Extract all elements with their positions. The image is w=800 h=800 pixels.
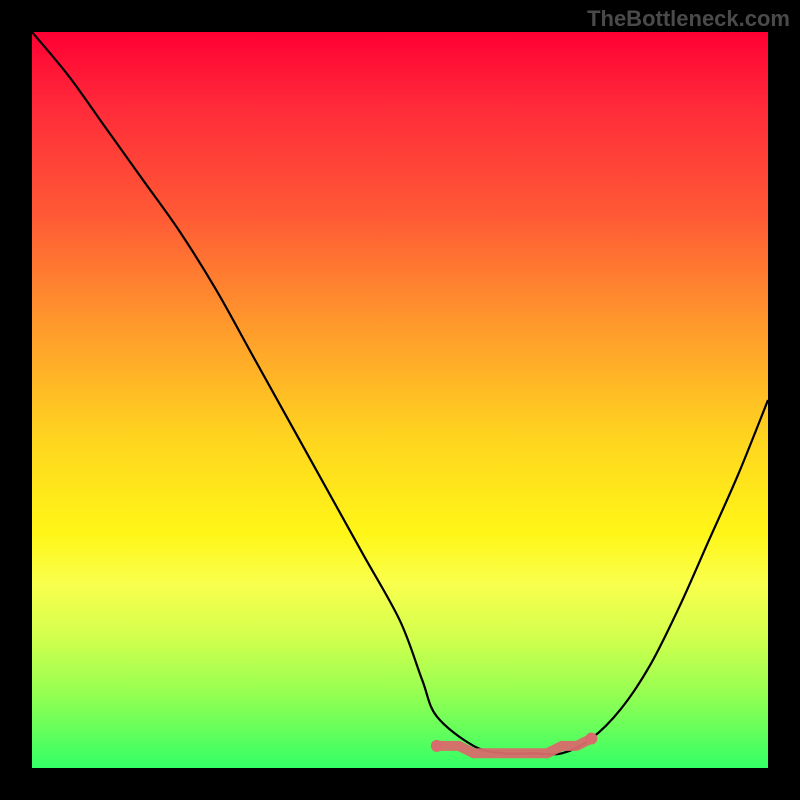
flat-zone-marker [431, 733, 598, 754]
curve-layer [32, 32, 768, 768]
plot-area [32, 32, 768, 768]
bottleneck-curve [32, 32, 768, 754]
chart-frame: TheBottleneck.com [0, 0, 800, 800]
watermark-text: TheBottleneck.com [587, 6, 790, 32]
